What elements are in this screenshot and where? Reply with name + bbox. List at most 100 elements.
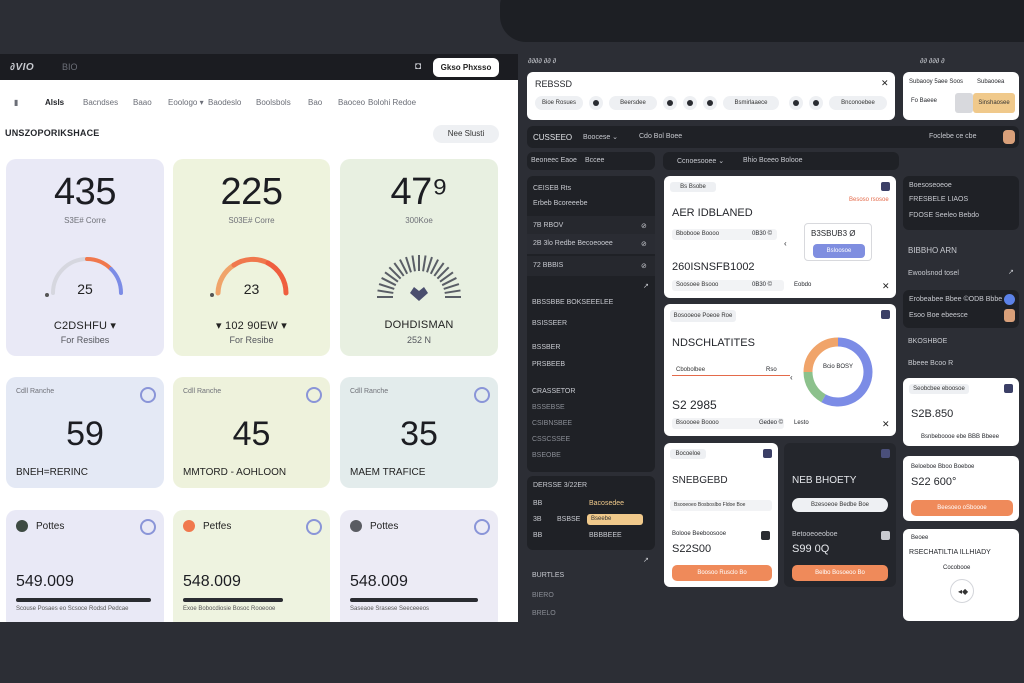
offer-chip[interactable]: Bzesoeoe Bedbe Boe bbox=[792, 498, 888, 512]
summary-button[interactable]: Sinshaosee bbox=[973, 93, 1015, 113]
price-button[interactable]: Bsloosoe bbox=[813, 244, 865, 258]
avatar[interactable] bbox=[1003, 130, 1015, 144]
expand-icon[interactable]: ↗ bbox=[643, 556, 649, 564]
block-icon[interactable]: ⊘ bbox=[641, 262, 647, 270]
filter-chip[interactable]: Beersdee bbox=[609, 96, 657, 110]
close-icon[interactable]: ✕ bbox=[882, 420, 890, 429]
toggle-icon[interactable] bbox=[703, 96, 717, 110]
media-label: Beoee bbox=[911, 535, 929, 541]
media-card[interactable]: Beoee RSECHATILTIA ILLHIADY Cocobooe ◂◆ bbox=[903, 529, 1019, 621]
offer-card[interactable]: Bocoeloe SNEBGEBD Bsooeoeo Bosboslbo Fld… bbox=[664, 443, 778, 587]
detail-card[interactable]: Bs Bsobe AER IDBLANED Besoso rsosoe Bbob… bbox=[664, 176, 896, 298]
toggle-icon[interactable] bbox=[683, 96, 697, 110]
side-nav-item[interactable]: BSEOBE bbox=[532, 452, 561, 459]
side-nav-item[interactable]: BIERO bbox=[532, 592, 554, 599]
side-nav-item[interactable]: BRELO bbox=[532, 610, 556, 617]
side-nav-item[interactable]: CRASSETOR bbox=[532, 388, 575, 395]
nav-item-4[interactable]: Baodeslo bbox=[208, 98, 241, 107]
search-dropdown[interactable]: Boocese ⌄ bbox=[583, 133, 618, 141]
close-icon[interactable]: ✕ bbox=[881, 79, 889, 88]
payment-card[interactable]: Pottes 549.009 Scouse Posaes eo Scsoce R… bbox=[6, 510, 164, 622]
stat-card[interactable]: 225 S03E# Corre 23 ▾ 102 90EW ▾ For Resi… bbox=[173, 159, 330, 356]
toggle-icon[interactable] bbox=[761, 531, 770, 540]
sub-bar-dropdown[interactable]: Ccnoesooee ⌄ bbox=[677, 157, 724, 165]
nav-item-2[interactable]: Baao bbox=[133, 98, 152, 107]
header-action-button[interactable]: Gkso Phxsso bbox=[433, 58, 499, 77]
offer-card-dark[interactable]: NEB BHOETY Bzesoeoe Bedbe Boe Betooeoeob… bbox=[784, 443, 896, 587]
stat-card[interactable]: 435 S3E# Corre 25 C2DSHFU ▾ For Resibes bbox=[6, 159, 164, 356]
panel-row: Erobeabee Bbee ©ODB Bbbe bbox=[909, 296, 1003, 303]
sub-bar-search[interactable]: Bhio Bceeo Bolooe bbox=[743, 157, 803, 164]
schedule-highlight[interactable]: Bseebe bbox=[587, 514, 643, 525]
side-nav-item[interactable]: BSSEBSE bbox=[532, 404, 565, 411]
radio-icon[interactable] bbox=[140, 387, 156, 403]
nav-item-8[interactable]: Bolohi Redoe bbox=[368, 98, 416, 107]
side-nav-row[interactable]: 7B RBOV ⊘ bbox=[527, 216, 655, 236]
metric-card[interactable]: Cdll Ranche 45 MMTORD - AOHLOON bbox=[173, 377, 330, 488]
offer-button[interactable]: Belbo Bosoeoo Bo bbox=[792, 565, 888, 581]
side-nav-item[interactable]: BSISSEER bbox=[532, 320, 567, 327]
close-icon[interactable]: ✕ bbox=[882, 282, 890, 291]
nav-item-1[interactable]: Bacndses bbox=[83, 98, 118, 107]
metric-card[interactable]: Cdll Ranche 59 BNEH=RERINC bbox=[6, 377, 164, 488]
nav-icon[interactable]: ▮ bbox=[14, 98, 18, 107]
radio-icon[interactable] bbox=[140, 519, 156, 535]
section-select-button[interactable]: Nee Slusti bbox=[433, 125, 499, 143]
avatar[interactable] bbox=[1004, 309, 1015, 322]
nav-item-3[interactable]: Eoologo ▾ bbox=[168, 98, 204, 107]
side-nav-item[interactable]: Erbeb Bcoreeebe bbox=[533, 200, 587, 207]
radio-icon[interactable] bbox=[306, 387, 322, 403]
toggle-icon[interactable] bbox=[589, 96, 603, 110]
nav-item-7[interactable]: Baoceo bbox=[338, 98, 365, 107]
offer-button[interactable]: Boosoo Rusclo Bo bbox=[672, 565, 772, 581]
payment-footnote: Scouse Posaes eo Scsoce Rodsd Pedcae bbox=[16, 606, 129, 612]
balance-button[interactable]: Beesoeo oSboooe bbox=[911, 500, 1013, 516]
side-nav-row[interactable]: 2B 3lo Redbe Becoeooee ⊘ bbox=[527, 234, 655, 254]
expand-icon[interactable]: ↗ bbox=[1008, 268, 1014, 276]
play-button[interactable]: ◂◆ bbox=[950, 579, 974, 603]
filter-chip[interactable]: Bnconoebee bbox=[829, 96, 887, 110]
toggle-icon[interactable] bbox=[789, 96, 803, 110]
side-nav-item[interactable]: BBSSBBE BOKSEEELEE bbox=[532, 299, 613, 306]
bookmark-icon[interactable] bbox=[1004, 384, 1013, 393]
radio-icon[interactable] bbox=[474, 519, 490, 535]
side-nav-item[interactable]: BURTLES bbox=[532, 572, 564, 579]
toggle-icon[interactable] bbox=[663, 96, 677, 110]
search-input[interactable]: Cdo Bol Boee bbox=[639, 133, 682, 140]
filter-chip[interactable]: Bsmirlaaece bbox=[723, 96, 779, 110]
payment-card[interactable]: Petfes 548.009 Exoe Bobocdiosie Bosoc Ro… bbox=[173, 510, 330, 622]
block-icon[interactable]: ⊘ bbox=[641, 240, 647, 248]
search-bar[interactable]: CUSSEEO Boocese ⌄ Cdo Bol Boee Foclebe c… bbox=[527, 126, 1019, 148]
side-nav-item[interactable]: CSIBNSBEE bbox=[532, 420, 572, 427]
schedule-value[interactable]: Bacosedee bbox=[589, 500, 624, 507]
payment-card[interactable]: Pottes 548.009 Saseaoe Srasese Seeceeeos bbox=[340, 510, 498, 622]
detail-card[interactable]: Bosooeoe Poeoe Roe NDSCHLATITES Cbobolbe… bbox=[664, 304, 896, 436]
toggle-icon[interactable] bbox=[809, 96, 823, 110]
filter-chip[interactable]: Bioe Rosues bbox=[535, 96, 583, 110]
stat-card[interactable]: 47⁹ 300Koe DOHDISMAN 252 N bbox=[340, 159, 498, 356]
block-icon[interactable]: ⊘ bbox=[641, 222, 647, 230]
side-nav-item[interactable]: BSSBER bbox=[532, 344, 560, 351]
bookmark-icon[interactable] bbox=[881, 182, 890, 191]
bookmark-icon[interactable] bbox=[881, 449, 890, 458]
nav-item-5[interactable]: Boolsbols bbox=[256, 98, 291, 107]
radio-icon[interactable] bbox=[306, 519, 322, 535]
camera-icon[interactable]: ◘ bbox=[412, 61, 424, 73]
nav-item-0[interactable]: Alsls bbox=[45, 98, 64, 107]
schedule-value[interactable]: BBBBEEE bbox=[589, 532, 622, 539]
expand-icon[interactable]: ↗ bbox=[643, 282, 649, 290]
side-nav-item[interactable]: PRSBEEB bbox=[532, 361, 565, 368]
offer-field[interactable]: Bsooeoeo Bosboslbo Fldoe Boe bbox=[670, 500, 772, 511]
bookmark-icon[interactable] bbox=[881, 310, 890, 319]
radio-icon[interactable] bbox=[474, 387, 490, 403]
side-nav-row[interactable]: 72 BBBIS ⊘ bbox=[527, 256, 655, 276]
balance-card[interactable]: Beloeboe Bboo Boeboe S22 600° Beesoeo oS… bbox=[903, 456, 1019, 521]
summary-card[interactable]: Subaooy 5aee Soos Subaooea Fo Baeee Sins… bbox=[903, 72, 1019, 120]
price-box[interactable]: B3SBUB3 Ø Bsloosoe bbox=[804, 223, 872, 261]
bookmark-icon[interactable] bbox=[763, 449, 772, 458]
balance-card[interactable]: Seobcbee eboosoe S2B.850 Bsnbeboooe ebe … bbox=[903, 378, 1019, 446]
metric-card[interactable]: Cdll Ranche 35 MAEM TRAFICE bbox=[340, 377, 498, 488]
toggle-icon[interactable] bbox=[881, 531, 890, 540]
nav-item-6[interactable]: Bao bbox=[308, 98, 322, 107]
side-nav-item[interactable]: CSSCSSEE bbox=[532, 436, 570, 443]
